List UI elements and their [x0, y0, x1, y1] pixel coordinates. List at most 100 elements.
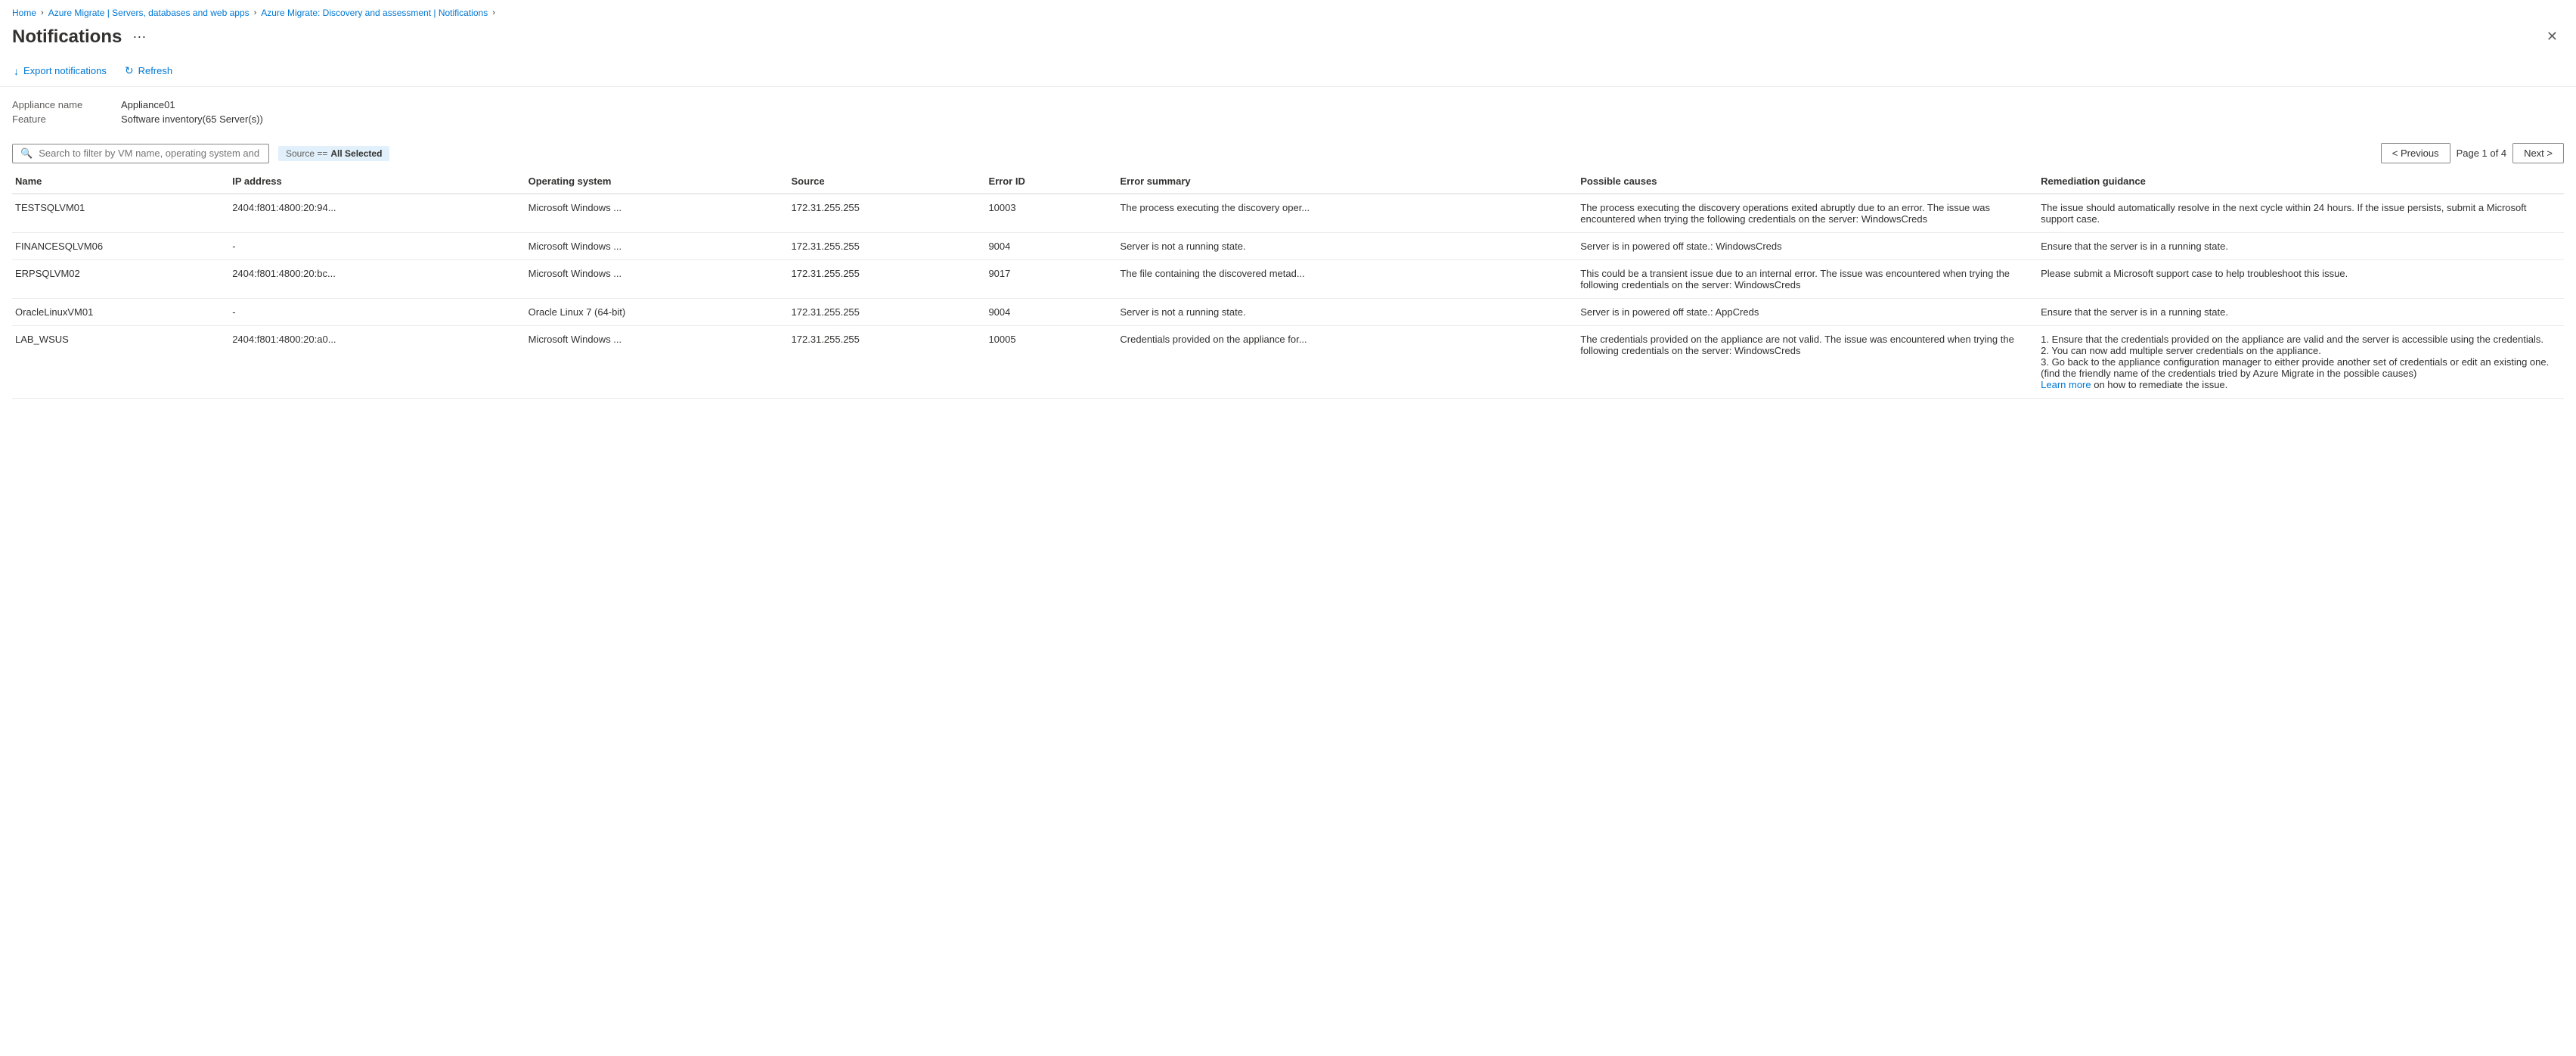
filter-bar: 🔍 Source == All Selected < Previous Page… — [0, 137, 2576, 169]
cell-os: Microsoft Windows ... — [525, 326, 789, 399]
more-button[interactable]: ··· — [128, 27, 150, 46]
export-button[interactable]: ↓ Export notifications — [12, 62, 108, 80]
remediation-text: Ensure that the server is in a running s… — [2041, 306, 2228, 318]
col-header-errorid: Error ID — [985, 169, 1117, 194]
cell-ip: 2404:f801:4800:20:bc... — [229, 260, 525, 299]
cell-causes: This could be a transient issue due to a… — [1577, 260, 2038, 299]
previous-button[interactable]: < Previous — [2381, 143, 2450, 163]
cell-name: TESTSQLVM01 — [12, 194, 229, 233]
filter-prefix: Source == — [286, 148, 327, 159]
col-header-summary: Error summary — [1117, 169, 1577, 194]
remediation-text: Ensure that the server is in a running s… — [2041, 241, 2228, 252]
col-header-name: Name — [12, 169, 229, 194]
learn-more-link[interactable]: Learn more — [2041, 379, 2091, 390]
breadcrumb-notifications[interactable]: Azure Migrate: Discovery and assessment … — [261, 8, 488, 18]
cell-ip: - — [229, 233, 525, 260]
cell-os: Microsoft Windows ... — [525, 194, 789, 233]
cell-summary: Server is not a running state. — [1117, 233, 1577, 260]
cell-errorid: 9004 — [985, 299, 1117, 326]
col-header-source: Source — [789, 169, 986, 194]
table-row: FINANCESQLVM06 - Microsoft Windows ... 1… — [12, 233, 2564, 260]
filter-value: All Selected — [330, 148, 382, 159]
breadcrumb-home[interactable]: Home — [12, 8, 36, 18]
close-button[interactable]: ✕ — [2540, 26, 2564, 48]
refresh-icon: ↻ — [125, 64, 134, 77]
export-label: Export notifications — [23, 65, 107, 76]
search-input[interactable] — [39, 148, 261, 159]
table-row: ERPSQLVM02 2404:f801:4800:20:bc... Micro… — [12, 260, 2564, 299]
chevron-icon-3: › — [492, 8, 495, 17]
page-title: Notifications — [12, 26, 122, 48]
cell-source: 172.31.255.255 — [789, 326, 986, 399]
search-icon: 🔍 — [20, 148, 33, 160]
cell-errorid: 9017 — [985, 260, 1117, 299]
remediation-text: 3. Go back to the appliance configuratio… — [2041, 356, 2549, 379]
col-header-ip: IP address — [229, 169, 525, 194]
page-header: Notifications ··· ✕ — [0, 23, 2576, 55]
cell-remediation: Ensure that the server is in a running s… — [2038, 233, 2564, 260]
cell-name: FINANCESQLVM06 — [12, 233, 229, 260]
cell-errorid: 10003 — [985, 194, 1117, 233]
pagination: < Previous Page 1 of 4 Next > — [2381, 143, 2564, 163]
search-box[interactable]: 🔍 — [12, 144, 269, 163]
cell-source: 172.31.255.255 — [789, 194, 986, 233]
appliance-value: Appliance01 — [121, 99, 175, 110]
source-filter-tag[interactable]: Source == All Selected — [278, 146, 389, 161]
chevron-icon-2: › — [254, 8, 257, 17]
cell-causes: The process executing the discovery oper… — [1577, 194, 2038, 233]
page-info: Page 1 of 4 — [2457, 148, 2507, 159]
breadcrumb: Home › Azure Migrate | Servers, database… — [0, 0, 2576, 23]
cell-name: ERPSQLVM02 — [12, 260, 229, 299]
metadata-section: Appliance name Appliance01 Feature Softw… — [0, 87, 2576, 137]
cell-os: Microsoft Windows ... — [525, 260, 789, 299]
notifications-table-container: Name IP address Operating system Source … — [0, 169, 2576, 399]
learn-more-suffix: on how to remediate the issue. — [2091, 379, 2228, 390]
cell-ip: - — [229, 299, 525, 326]
remediation-text: The issue should automatically resolve i… — [2041, 202, 2526, 225]
feature-value: Software inventory(65 Server(s)) — [121, 113, 263, 125]
appliance-label: Appliance name — [12, 99, 118, 110]
remediation-text: 1. Ensure that the credentials provided … — [2041, 334, 2543, 345]
cell-causes: Server is in powered off state.: AppCred… — [1577, 299, 2038, 326]
appliance-row: Appliance name Appliance01 — [12, 99, 2564, 110]
cell-remediation: Please submit a Microsoft support case t… — [2038, 260, 2564, 299]
table-row: TESTSQLVM01 2404:f801:4800:20:94... Micr… — [12, 194, 2564, 233]
remediation-text: Please submit a Microsoft support case t… — [2041, 268, 2348, 279]
cell-ip: 2404:f801:4800:20:94... — [229, 194, 525, 233]
cell-os: Microsoft Windows ... — [525, 233, 789, 260]
cell-summary: Credentials provided on the appliance fo… — [1117, 326, 1577, 399]
next-button[interactable]: Next > — [2512, 143, 2564, 163]
cell-source: 172.31.255.255 — [789, 299, 986, 326]
cell-name: LAB_WSUS — [12, 326, 229, 399]
cell-name: OracleLinuxVM01 — [12, 299, 229, 326]
cell-remediation: The issue should automatically resolve i… — [2038, 194, 2564, 233]
feature-row: Feature Software inventory(65 Server(s)) — [12, 113, 2564, 125]
cell-remediation: 1. Ensure that the credentials provided … — [2038, 326, 2564, 399]
col-header-remediation: Remediation guidance — [2038, 169, 2564, 194]
cell-remediation: Ensure that the server is in a running s… — [2038, 299, 2564, 326]
col-header-os: Operating system — [525, 169, 789, 194]
cell-causes: Server is in powered off state.: Windows… — [1577, 233, 2038, 260]
refresh-label: Refresh — [138, 65, 173, 76]
cell-summary: The process executing the discovery oper… — [1117, 194, 1577, 233]
cell-os: Oracle Linux 7 (64-bit) — [525, 299, 789, 326]
cell-source: 172.31.255.255 — [789, 233, 986, 260]
table-header: Name IP address Operating system Source … — [12, 169, 2564, 194]
cell-errorid: 9004 — [985, 233, 1117, 260]
remediation-text: 2. You can now add multiple server crede… — [2041, 345, 2321, 356]
cell-errorid: 10005 — [985, 326, 1117, 399]
breadcrumb-servers[interactable]: Azure Migrate | Servers, databases and w… — [48, 8, 250, 18]
cell-summary: The file containing the discovered metad… — [1117, 260, 1577, 299]
feature-label: Feature — [12, 113, 118, 125]
notifications-table: Name IP address Operating system Source … — [12, 169, 2564, 399]
col-header-causes: Possible causes — [1577, 169, 2038, 194]
table-row: LAB_WSUS 2404:f801:4800:20:a0... Microso… — [12, 326, 2564, 399]
refresh-button[interactable]: ↻ Refresh — [123, 61, 174, 80]
cell-summary: Server is not a running state. — [1117, 299, 1577, 326]
cell-causes: The credentials provided on the applianc… — [1577, 326, 2038, 399]
chevron-icon: › — [41, 8, 44, 17]
cell-source: 172.31.255.255 — [789, 260, 986, 299]
export-icon: ↓ — [14, 65, 19, 77]
toolbar: ↓ Export notifications ↻ Refresh — [0, 55, 2576, 87]
table-row: OracleLinuxVM01 - Oracle Linux 7 (64-bit… — [12, 299, 2564, 326]
